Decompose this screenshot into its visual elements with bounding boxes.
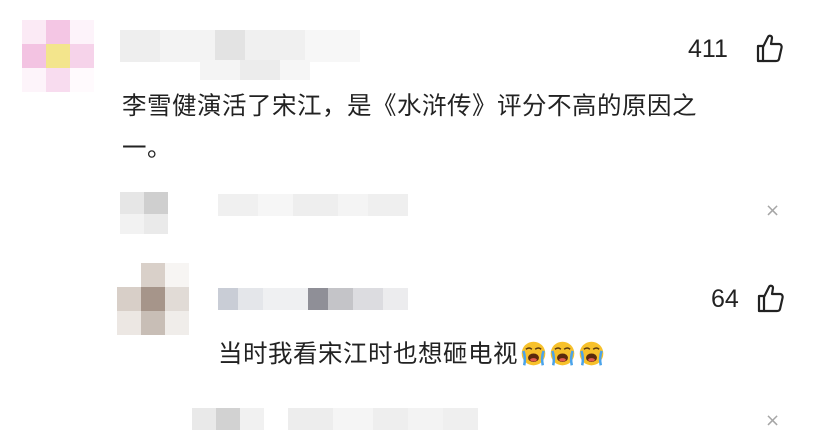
like-count: 64 — [711, 285, 739, 313]
avatar[interactable] — [22, 20, 94, 92]
close-icon[interactable]: × — [765, 412, 780, 430]
reply-avatar-blurred[interactable] — [120, 192, 168, 214]
reply-text-blurred — [288, 408, 478, 430]
username-blurred[interactable] — [120, 30, 360, 62]
comment-text-line: 李雪健演活了宋江，是《水浒传》评分不高的原因之 — [122, 91, 697, 120]
reply-avatar-blurred[interactable] — [192, 408, 264, 430]
reply-username-blurred — [120, 214, 168, 234]
like-count: 411 — [688, 35, 728, 63]
reply-text: 当时我看宋江时也想砸电视 — [218, 333, 688, 375]
avatar[interactable] — [117, 263, 189, 335]
thumbs-up-icon[interactable] — [755, 33, 783, 63]
username-blurred[interactable] — [218, 288, 408, 310]
loudly-crying-face-icon — [550, 341, 575, 366]
comment-text: 李雪健演活了宋江，是《水浒传》评分不高的原因之 一。 — [122, 85, 782, 169]
reply-text-blurred — [218, 194, 408, 216]
thumbs-up-icon[interactable] — [756, 283, 784, 313]
close-icon[interactable]: × — [765, 202, 780, 220]
reply-text-content: 当时我看宋江时也想砸电视 — [218, 339, 518, 368]
comment-text-line: 一。 — [122, 133, 172, 162]
loudly-crying-face-icon — [579, 341, 604, 366]
meta-blurred — [200, 60, 310, 80]
loudly-crying-face-icon — [521, 341, 546, 366]
